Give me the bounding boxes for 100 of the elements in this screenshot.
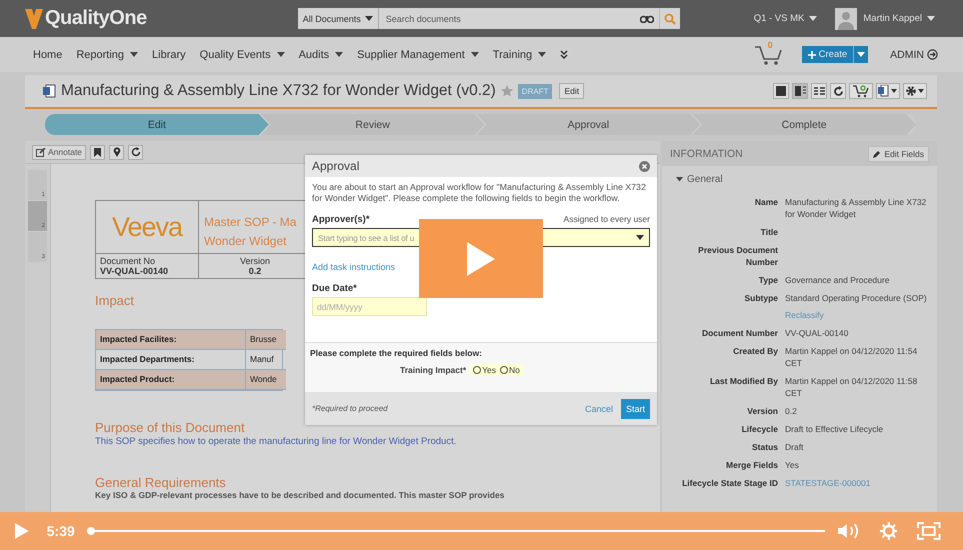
field-label: Last Modified By xyxy=(708,375,778,388)
nav-item[interactable]: Reporting xyxy=(76,48,138,60)
field-label: Name xyxy=(754,196,778,209)
nav-item[interactable]: Audits xyxy=(298,48,344,60)
settings-button[interactable] xyxy=(903,83,927,99)
radio-option[interactable]: No xyxy=(500,365,520,375)
caret-icon xyxy=(636,235,644,240)
panel-title: INFORMATION xyxy=(670,148,743,160)
bookmark-icon xyxy=(94,148,102,156)
due-date-label: Due Date* xyxy=(312,283,358,294)
vault-menu[interactable]: Q1 - VS MK xyxy=(754,13,818,24)
workflow-step: Approval xyxy=(476,114,700,135)
columns-icon xyxy=(814,87,824,95)
company-logo: Veeva xyxy=(112,212,182,242)
caret-icon xyxy=(927,16,935,21)
admin-menu[interactable]: ADMIN xyxy=(890,48,938,60)
required-fields-note: Please complete the required fields below: xyxy=(310,348,483,358)
field-label: Status xyxy=(751,441,778,453)
field-value: Draft xyxy=(785,441,804,453)
pin-button[interactable] xyxy=(109,144,124,160)
nav-item[interactable]: Quality Events xyxy=(200,48,285,60)
columns-view-button[interactable] xyxy=(811,83,827,99)
nav-item[interactable]: Library xyxy=(152,48,186,60)
field-label: Created By xyxy=(732,345,778,358)
progress-thumb[interactable] xyxy=(86,527,95,535)
cart-button[interactable] xyxy=(849,83,873,99)
rotate-button[interactable] xyxy=(128,144,144,160)
create-dropdown-button[interactable] xyxy=(853,46,868,63)
document-icon xyxy=(878,85,898,97)
due-date-field[interactable]: dd/MM/yyyy xyxy=(312,297,427,316)
arrow-circle-icon xyxy=(927,49,938,60)
user-avatar xyxy=(835,8,858,30)
star-icon[interactable] xyxy=(500,85,513,97)
cancel-link[interactable]: Cancel xyxy=(584,404,613,414)
field-label: Lifecycle xyxy=(740,423,778,435)
table-cell: Impacted Facilites: xyxy=(96,330,246,350)
nav-item[interactable]: Supplier Management xyxy=(357,48,479,60)
version-label: Version xyxy=(240,256,270,266)
video-time: 5:39 xyxy=(46,523,75,539)
pencil-icon xyxy=(873,150,882,158)
edit-button[interactable]: Edit xyxy=(559,83,584,99)
logo-icon xyxy=(25,8,43,28)
radio-option[interactable]: Yes xyxy=(473,365,496,375)
refresh-button[interactable] xyxy=(830,83,846,99)
section-toggle[interactable]: General xyxy=(662,166,723,185)
add-task-instructions-link[interactable]: Add task instructions xyxy=(312,262,396,272)
field-label: Type xyxy=(758,274,778,286)
search-bar[interactable]: Search documents xyxy=(378,8,659,29)
more-icon[interactable] xyxy=(560,50,568,60)
approver-field[interactable]: Start typing to see a list of u xyxy=(316,232,636,244)
section-heading: Impact xyxy=(95,293,134,308)
caret-icon xyxy=(364,16,373,21)
field-label: Lifecycle State Stage ID xyxy=(681,477,778,489)
pin-icon xyxy=(112,147,121,157)
bookmark-button[interactable] xyxy=(90,144,106,160)
user-menu[interactable]: Martin Kappel xyxy=(863,13,935,24)
close-button[interactable] xyxy=(639,160,650,172)
caret-icon xyxy=(857,52,866,57)
document-header-title: Master SOP - Ma xyxy=(204,214,298,231)
square-icon xyxy=(776,86,786,96)
field-value: 0.2 xyxy=(785,405,798,417)
field-label: Merge Fields xyxy=(725,459,778,471)
nav-item[interactable]: Home xyxy=(33,48,62,60)
split-icon xyxy=(794,86,806,96)
rotate-icon xyxy=(130,147,141,157)
field-label: Previous Document Number xyxy=(697,244,778,268)
approver-label: Approver(s)* xyxy=(312,214,370,225)
table-cell: Brusse xyxy=(246,330,286,350)
app-logo: QualityOne xyxy=(45,7,147,30)
caret-icon xyxy=(809,16,818,21)
search-field[interactable]: Search documents xyxy=(384,12,640,24)
search-scope-dropdown[interactable]: All Documents xyxy=(298,8,379,29)
split-view-button[interactable] xyxy=(792,83,808,99)
workflow-step: Complete xyxy=(692,114,916,135)
field-value: Yes xyxy=(785,459,800,471)
training-impact-label: Training Impact* xyxy=(400,365,466,375)
field-value: Martin Kappel on 04/12/2020 11:54 CET xyxy=(785,345,918,369)
section-heading: General Requirements xyxy=(95,475,226,490)
start-button[interactable]: Start xyxy=(620,398,650,418)
edit-fields-button[interactable]: Edit Fields xyxy=(868,146,929,162)
workflow-step: Review xyxy=(260,114,484,135)
field-label: Subtype xyxy=(743,292,778,305)
field-label: Title xyxy=(760,226,778,238)
table-cell: Wonde xyxy=(246,370,286,390)
annotate-button[interactable]: Annotate xyxy=(32,144,86,160)
single-view-button[interactable] xyxy=(773,83,789,99)
document-number: VV-QUAL-00140 xyxy=(100,266,170,276)
create-button[interactable]: Create xyxy=(802,46,854,63)
field-label: Document Number xyxy=(700,327,778,339)
section-heading: Purpose of this Document xyxy=(95,420,245,435)
document-icon xyxy=(42,84,56,98)
document-menu-button[interactable] xyxy=(876,83,900,99)
binoculars-icon[interactable] xyxy=(640,14,654,23)
field-value: Governance and Procedure xyxy=(785,274,890,286)
dialog-title: Approval xyxy=(312,159,360,173)
cart-icon xyxy=(853,84,869,98)
field-value: VV-QUAL-00140 xyxy=(785,327,850,339)
nav-item[interactable]: Training xyxy=(492,48,546,60)
workflow-step: Edit xyxy=(45,114,269,135)
document-header-title: Wonder Widget xyxy=(204,233,288,250)
